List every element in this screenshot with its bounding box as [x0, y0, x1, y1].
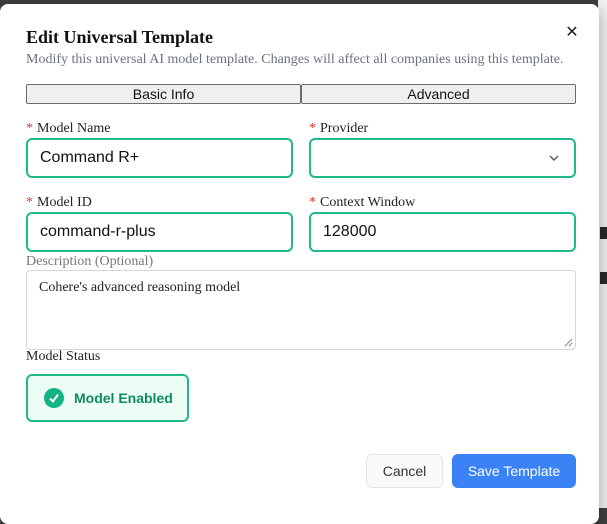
tab-list: Basic Info Advanced — [26, 84, 576, 104]
model-id-input[interactable]: command-r-plus — [26, 212, 293, 252]
model-enabled-label: Model Enabled — [74, 390, 173, 406]
background-glyph — [600, 272, 607, 284]
model-enabled-toggle[interactable]: Model Enabled — [26, 374, 189, 422]
resize-grip-icon[interactable] — [564, 338, 573, 347]
close-icon[interactable]: ✕ — [562, 22, 582, 42]
required-marker: * — [26, 195, 33, 210]
edit-template-dialog: ✕ Edit Universal Template Modify this un… — [0, 4, 599, 524]
provider-select[interactable] — [309, 138, 576, 178]
dialog-title: Edit Universal Template — [26, 27, 214, 47]
model-id-label: * Model ID — [26, 195, 92, 210]
context-window-input[interactable]: 128000 — [309, 212, 576, 252]
cancel-button[interactable]: Cancel — [366, 454, 443, 488]
required-marker: * — [309, 195, 316, 210]
background-glyph — [600, 227, 607, 239]
tab-basic-info[interactable]: Basic Info — [26, 84, 301, 104]
required-marker: * — [309, 121, 316, 136]
description-textarea[interactable]: Cohere's advanced reasoning model — [26, 270, 576, 350]
required-marker: * — [26, 121, 33, 136]
description-text: Cohere's advanced reasoning model — [39, 280, 241, 295]
dialog-subtitle: Modify this universal AI model template.… — [26, 52, 564, 67]
chevron-down-icon — [549, 155, 559, 161]
check-circle-icon — [44, 388, 64, 408]
model-name-label: * Model Name — [26, 121, 111, 136]
description-label: Description (Optional) — [26, 254, 154, 269]
model-status-label: Model Status — [26, 349, 101, 364]
context-window-label: * Context Window — [309, 195, 416, 210]
model-name-input[interactable]: Command R+ — [26, 138, 293, 178]
tab-advanced[interactable]: Advanced — [301, 84, 576, 104]
provider-label: * Provider — [309, 121, 369, 136]
page-backdrop — [598, 0, 607, 508]
save-template-button[interactable]: Save Template — [452, 454, 576, 488]
